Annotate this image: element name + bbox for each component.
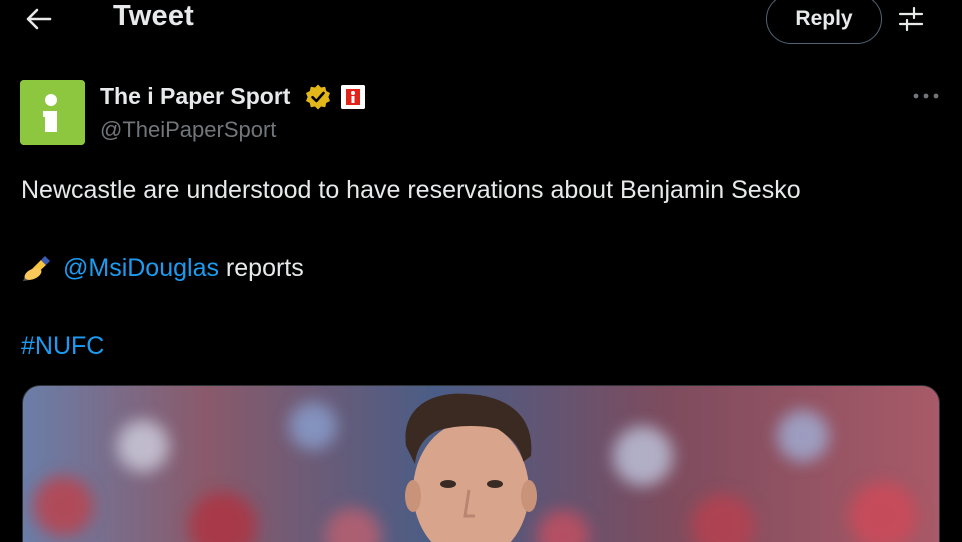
settings-button[interactable] — [894, 2, 928, 36]
avatar[interactable] — [20, 80, 85, 145]
more-options-button[interactable] — [906, 84, 946, 108]
tweet-text: Newcastle are understood to have reserva… — [21, 176, 801, 204]
hashtag-line: #NUFC — [21, 330, 104, 362]
player-photo — [23, 386, 939, 542]
i-paper-logo-icon — [20, 80, 85, 145]
author-handle[interactable]: @TheiPaperSport — [100, 117, 276, 143]
i-paper-small-logo-icon — [341, 85, 365, 109]
author-name[interactable]: The i Paper Sport — [100, 83, 290, 110]
tweet-media-image[interactable] — [22, 385, 940, 542]
more-dots-icon — [913, 93, 939, 99]
reply-button[interactable]: Reply — [766, 0, 882, 44]
mention-link[interactable]: @MsiDouglas — [63, 254, 219, 282]
mention-suffix: reports — [218, 254, 304, 282]
back-button[interactable] — [20, 2, 56, 36]
writing-hand-icon — [23, 256, 50, 281]
hashtag-link[interactable]: #NUFC — [21, 332, 104, 360]
tweet-page: Tweet Reply The i Paper Sport @TheiPaper… — [0, 0, 962, 542]
arrow-left-icon — [26, 8, 52, 30]
verified-badge-icon — [306, 84, 330, 110]
affiliate-badge-icon[interactable] — [341, 85, 365, 109]
tweet-credit-line: @MsiDouglas reports — [21, 252, 304, 284]
page-title: Tweet — [113, 0, 195, 32]
sliders-icon — [898, 6, 924, 32]
top-bar: Tweet Reply — [0, 0, 962, 44]
